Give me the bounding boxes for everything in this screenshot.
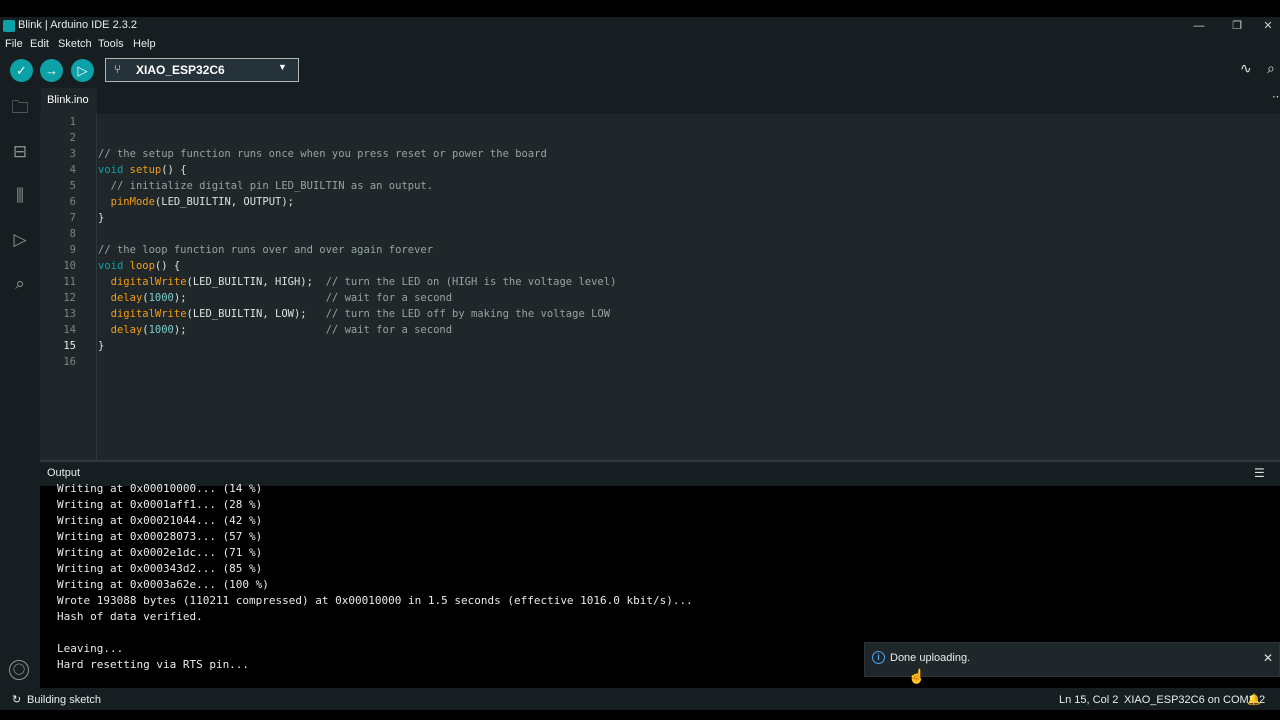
tab-bar bbox=[40, 88, 1280, 114]
tab-label: Blink.ino bbox=[47, 94, 89, 106]
line-number: 3 bbox=[69, 148, 76, 160]
title-bar bbox=[0, 17, 1280, 36]
board-name: XIAO_ESP32C6 bbox=[136, 63, 225, 77]
code-line-5: // initialize digital pin LED_BUILTIN as… bbox=[110, 180, 434, 192]
line-number: 8 bbox=[69, 228, 76, 240]
sync-icon: ↻ bbox=[12, 694, 22, 706]
code-line-15: } bbox=[98, 340, 105, 352]
code-line-10: void loop() { bbox=[98, 260, 181, 272]
output-line: Writing at 0x0001aff1... (28 %) bbox=[57, 498, 263, 511]
menu-sketch[interactable]: Sketch bbox=[58, 38, 92, 50]
cursor-position[interactable]: Ln 15, Col 2 bbox=[1059, 694, 1118, 706]
upload-icon[interactable]: → bbox=[40, 59, 63, 82]
verify-icon[interactable]: ✓ bbox=[10, 59, 33, 82]
menu-edit[interactable]: Edit bbox=[30, 38, 49, 50]
code-line-6: pinMode(LED_BUILTIN, OUTPUT); bbox=[110, 196, 294, 208]
minimize-button[interactable]: — bbox=[1180, 17, 1218, 36]
line-number: 1 bbox=[69, 116, 76, 128]
debug-icon[interactable]: ▷ bbox=[71, 59, 94, 82]
boards-manager-icon[interactable]: ⊟ bbox=[8, 140, 32, 164]
line-number: 12 bbox=[63, 292, 76, 304]
line-number: 2 bbox=[69, 132, 76, 144]
notification-text: Done uploading. bbox=[890, 652, 971, 664]
code-line-4: void setup() { bbox=[98, 164, 187, 176]
line-number: 13 bbox=[63, 308, 76, 320]
notification-count: 2 bbox=[1259, 694, 1266, 706]
code-line-13: digitalWrite(LED_BUILTIN, LOW); // turn … bbox=[110, 308, 611, 320]
line-number: 14 bbox=[63, 324, 76, 336]
account-icon[interactable]: ◯ bbox=[9, 660, 29, 680]
code-line-12: delay(1000); // wait for a second bbox=[110, 292, 453, 304]
output-line: Leaving... bbox=[57, 642, 124, 655]
output-title: Output bbox=[47, 467, 81, 479]
line-number: 9 bbox=[69, 244, 76, 256]
more-options-icon[interactable]: ⋯ bbox=[1272, 90, 1280, 103]
search-icon[interactable]: ⌕ bbox=[8, 272, 32, 296]
menu-help[interactable]: Help bbox=[133, 38, 156, 50]
sidebar bbox=[0, 88, 40, 688]
line-number: 15 bbox=[63, 340, 76, 352]
arduino-app-icon bbox=[3, 20, 15, 32]
line-number: 7 bbox=[69, 212, 76, 224]
line-number: 11 bbox=[63, 276, 76, 288]
menu-file[interactable]: File bbox=[5, 38, 23, 50]
close-notification-icon[interactable]: ✕ bbox=[1263, 651, 1273, 665]
sketchbook-icon[interactable]: 🗀 bbox=[8, 96, 32, 120]
debug-panel-icon[interactable]: ▷ bbox=[8, 228, 32, 252]
serial-monitor-icon[interactable]: ⌕ bbox=[1267, 60, 1275, 77]
clear-output-icon[interactable]: ☰ bbox=[1254, 466, 1265, 480]
line-number: 6 bbox=[69, 196, 76, 208]
output-line: Writing at 0x00021044... (42 %) bbox=[57, 514, 263, 527]
restore-button[interactable]: ❐ bbox=[1218, 17, 1256, 36]
output-line: Hard resetting via RTS pin... bbox=[57, 658, 250, 671]
line-number: 10 bbox=[63, 260, 76, 272]
output-line: Writing at 0x00028073... (57 %) bbox=[57, 530, 263, 543]
menu-tools[interactable]: Tools bbox=[98, 38, 124, 50]
chevron-down-icon[interactable]: ▼ bbox=[278, 62, 287, 72]
line-number: 16 bbox=[63, 356, 76, 368]
output-line: Writing at 0x00010000... (14 %) bbox=[57, 482, 263, 495]
output-line: Hash of data verified. bbox=[57, 610, 203, 623]
output-line: Writing at 0x0003a62e... (100 %) bbox=[57, 578, 269, 591]
output-line: Writing at 0x0002e1dc... (71 %) bbox=[57, 546, 263, 559]
close-window-button[interactable]: ✕ bbox=[1256, 17, 1280, 36]
mouse-cursor-icon: ☝ bbox=[908, 668, 926, 684]
library-manager-icon[interactable]: ⫼ bbox=[8, 184, 32, 208]
code-line-9: // the loop function runs over and over … bbox=[98, 244, 434, 256]
code-line-11: digitalWrite(LED_BUILTIN, HIGH); // turn… bbox=[110, 276, 617, 288]
info-icon: i bbox=[872, 651, 885, 664]
code-line-14: delay(1000); // wait for a second bbox=[110, 324, 453, 336]
code-line-3: // the setup function runs once when you… bbox=[98, 148, 547, 160]
serial-plotter-icon[interactable]: ∿ bbox=[1240, 60, 1252, 77]
status-message: Building sketch bbox=[27, 694, 101, 706]
board-port-status[interactable]: XIAO_ESP32C6 on COM3 bbox=[1124, 694, 1255, 706]
line-number: 4 bbox=[69, 164, 76, 176]
line-number: 5 bbox=[69, 180, 76, 192]
output-line: Wrote 193088 bytes (110211 compressed) a… bbox=[57, 594, 693, 607]
usb-icon: ⑂ bbox=[114, 62, 122, 76]
window-title: Blink | Arduino IDE 2.3.2 bbox=[18, 19, 138, 31]
output-line: Writing at 0x000343d2... (85 %) bbox=[57, 562, 263, 575]
code-line-7: } bbox=[98, 212, 105, 224]
menu-bar bbox=[0, 36, 1280, 54]
